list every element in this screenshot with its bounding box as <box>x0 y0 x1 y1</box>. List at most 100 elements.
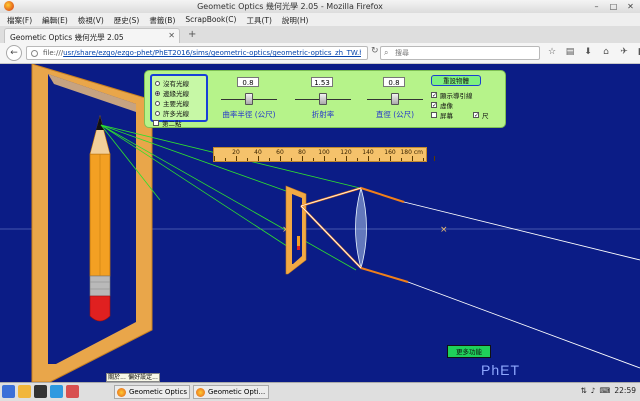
ruler-tick <box>379 158 380 161</box>
simulation-canvas[interactable]: × × 沒有光線 邊緣光線 主要光線 許多光線 <box>0 64 640 382</box>
new-tab-button[interactable]: + <box>188 29 196 40</box>
ruler-tick-label: 20 <box>232 149 240 156</box>
url-bar[interactable]: file:///usr/share/ezgo/ezgo-phet/PhET201… <box>26 46 368 60</box>
ray-option-many[interactable]: 許多光線 <box>155 108 189 118</box>
close-button[interactable]: ✕ <box>625 1 636 12</box>
ruler-tick <box>313 158 314 161</box>
ruler-tick <box>434 156 435 161</box>
slider-knob[interactable] <box>319 93 327 105</box>
star-icon[interactable]: ☆ <box>546 46 558 58</box>
back-button[interactable]: ← <box>6 45 22 61</box>
ruler-tick <box>368 156 369 161</box>
lens-shape[interactable] <box>355 186 367 270</box>
tab-geometric-optics[interactable]: Geometic Optics 幾何光學 2.05 ✕ <box>4 28 180 43</box>
menu-bookmarks[interactable]: 書籤(B) <box>145 13 179 26</box>
library-icon[interactable]: ▤ <box>564 46 576 58</box>
pocket-icon[interactable]: ◧ <box>636 46 640 58</box>
control-panel: 沒有光線 邊緣光線 主要光線 許多光線 第二點 0.8 曲率半徑 (公尺) 1.… <box>144 70 506 128</box>
ray-option-marginal[interactable]: 邊緣光線 <box>155 88 189 98</box>
start-menu-icon[interactable] <box>2 385 15 398</box>
ruler-tick-label: 160 <box>384 149 396 156</box>
checkbox-box <box>153 120 159 126</box>
checkbox-box: ✓ <box>431 102 438 109</box>
second-point-checkbox[interactable]: 第二點 <box>153 118 182 128</box>
ray-segments-orange <box>300 187 409 283</box>
ruler-tick <box>401 158 402 161</box>
ruler-tick <box>280 156 281 161</box>
system-tray: ⇅ ♪ ⌨ 22:59 <box>580 386 636 395</box>
popup-about[interactable]: 關於... <box>108 374 126 381</box>
slider-knob[interactable] <box>391 93 399 105</box>
refractive-index-value[interactable]: 1.53 <box>311 77 333 87</box>
guides-checkbox[interactable]: ✓ 顯示導引線 <box>431 90 473 100</box>
checkbox-label: 顯示導引線 <box>440 92 473 100</box>
share-icon[interactable]: ✈ <box>618 46 630 58</box>
tab-bar: Geometic Optics 幾何光學 2.05 ✕ + <box>0 26 640 44</box>
reload-button[interactable]: ↻ <box>371 46 379 56</box>
menu-history[interactable]: 歷史(S) <box>110 13 144 26</box>
search-bar[interactable]: ⌕ <box>380 46 540 60</box>
maximize-button[interactable]: □ <box>608 1 619 12</box>
download-icon[interactable]: ⬇ <box>582 46 594 58</box>
screen-checkbox[interactable]: 屏幕 <box>431 110 453 120</box>
file-manager-icon[interactable] <box>18 385 31 398</box>
ruler-tick <box>225 158 226 161</box>
ruler-tick-label: 140 <box>362 149 374 156</box>
terminal-icon[interactable] <box>34 385 47 398</box>
taskbar: Geometic Optics Geometic Opti... ⇅ ♪ ⌨ 2… <box>0 382 640 401</box>
network-icon[interactable]: ⇅ <box>580 386 586 395</box>
curvature-value[interactable]: 0.8 <box>237 77 259 87</box>
url-text[interactable]: file:///usr/share/ezgo/ezgo-phet/PhET201… <box>43 49 361 57</box>
ruler-tick <box>302 156 303 161</box>
radio-dot-icon <box>155 90 160 96</box>
browser-icon[interactable] <box>50 385 63 398</box>
taskbar-item-browser[interactable]: Geometic Optics <box>114 385 190 399</box>
menu-file[interactable]: 檔案(F) <box>3 13 36 26</box>
virtual-image-checkbox[interactable]: ✓ 虛像 <box>431 100 453 110</box>
ray-option-label: 主要光線 <box>163 100 189 108</box>
volume-icon[interactable]: ♪ <box>591 386 596 395</box>
menu-edit[interactable]: 編輯(E) <box>38 13 72 26</box>
ray-option-label: 許多光線 <box>163 110 189 118</box>
focal-point-right-icon: × <box>440 225 448 235</box>
firefox-icon <box>196 388 205 397</box>
pencil-object[interactable] <box>89 114 111 322</box>
search-icon: ⌕ <box>384 48 389 57</box>
clock[interactable]: 22:59 <box>614 386 636 395</box>
menu-help[interactable]: 說明(H) <box>278 13 313 26</box>
ruler-tick <box>346 156 347 161</box>
ruler-tick <box>247 158 248 161</box>
menu-scrapbook[interactable]: ScrapBook(C) <box>181 13 240 26</box>
home-icon[interactable]: ⌂ <box>600 46 612 58</box>
taskbar-item-window[interactable]: Geometic Opti... <box>193 385 269 399</box>
more-features-button[interactable]: 更多功能 <box>447 345 491 358</box>
ruler-tick <box>214 156 215 161</box>
minimize-button[interactable]: – <box>591 1 602 12</box>
ruler-tick <box>236 156 237 161</box>
menu-view[interactable]: 檢視(V) <box>74 13 108 26</box>
taskbar-item-label: Geometic Optics <box>129 388 188 396</box>
reset-object-button[interactable]: 重設物體 <box>431 75 481 86</box>
slider-knob[interactable] <box>245 93 253 105</box>
info-icon[interactable] <box>31 50 38 57</box>
search-input[interactable] <box>395 48 535 58</box>
checkbox-box: ✓ <box>473 112 480 119</box>
firefox-icon <box>117 388 126 397</box>
menu-tools[interactable]: 工具(T) <box>242 13 275 26</box>
ruler-tick <box>258 156 259 161</box>
ruler-tick <box>390 156 391 161</box>
app-icon[interactable] <box>66 385 79 398</box>
radio-dot-icon <box>155 110 160 116</box>
keyboard-icon[interactable]: ⌨ <box>600 386 611 395</box>
ruler-checkbox[interactable]: ✓ 尺 <box>473 110 489 120</box>
popup-preferences[interactable]: 偏好設定... <box>128 374 158 381</box>
diameter-value[interactable]: 0.8 <box>383 77 405 87</box>
taskbar-item-label: Geometic Opti... <box>208 388 266 396</box>
ray-option-none[interactable]: 沒有光線 <box>155 78 189 88</box>
ruler-tick-label: 120 <box>340 149 352 156</box>
ray-option-principal[interactable]: 主要光線 <box>155 98 189 108</box>
ruler[interactable]: 20 40 60 80 100 120 140 160 180 cm <box>213 147 435 162</box>
checkbox-label: 虛像 <box>440 102 453 110</box>
ruler-tick <box>291 158 292 161</box>
tab-close-icon[interactable]: ✕ <box>168 31 175 40</box>
